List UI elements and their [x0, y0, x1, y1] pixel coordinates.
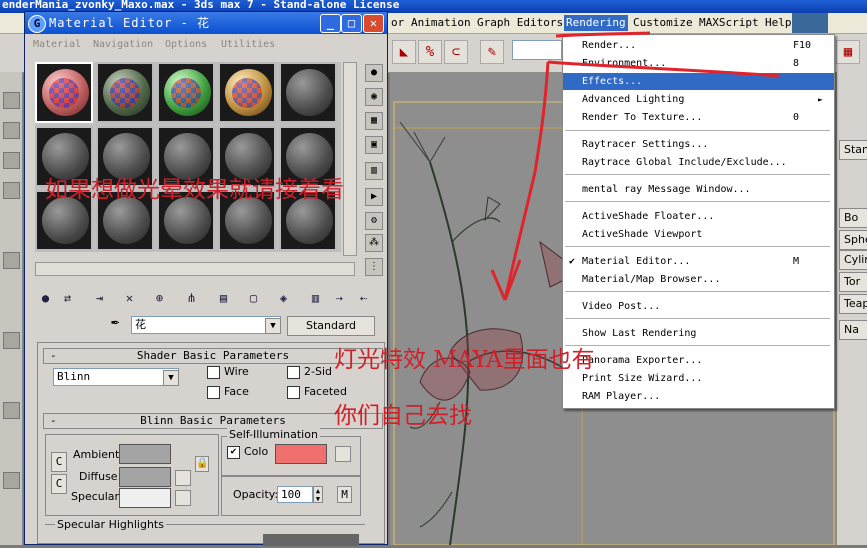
annotation-text: 你们自己去找	[334, 403, 472, 429]
annotation-text: 灯光特效 MAYA里面也有	[334, 347, 595, 373]
annotation-strokes	[490, 31, 781, 301]
annotation-text: 如果想做光晕效果就请接着看	[45, 177, 344, 203]
